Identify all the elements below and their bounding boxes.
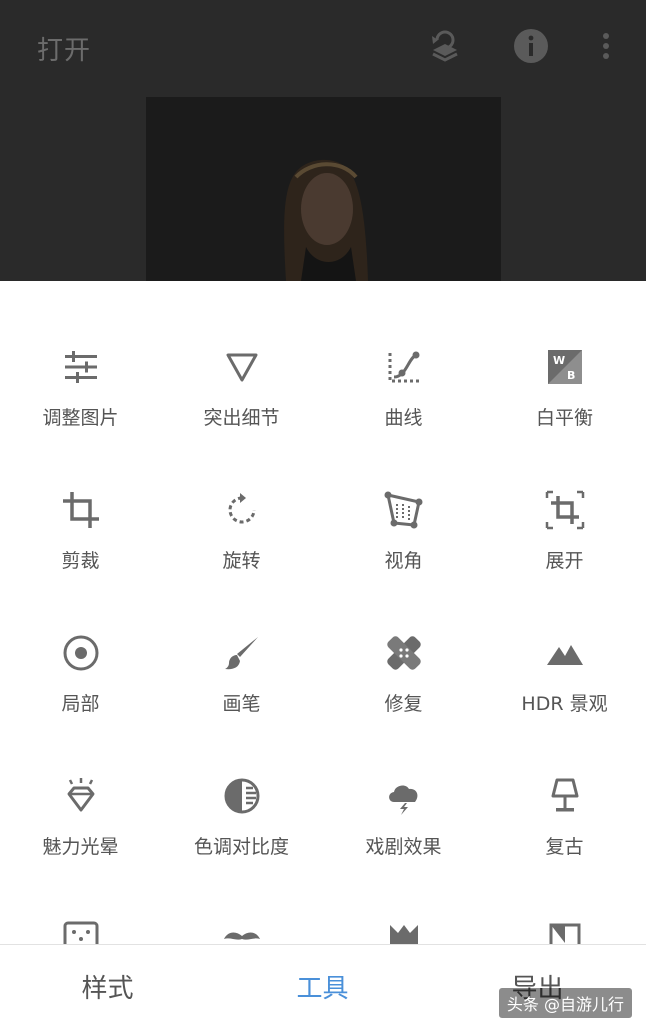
tonal-contrast-icon: [222, 776, 262, 816]
tool-label: 剪裁: [61, 550, 100, 572]
tool-label: HDR 景观: [521, 693, 608, 715]
tool-crop[interactable]: 剪裁: [0, 490, 161, 600]
photo-preview: [146, 97, 501, 281]
svg-text:W: W: [553, 354, 565, 367]
tool-label: 色调对比度: [193, 836, 289, 858]
brush-icon: [222, 633, 262, 673]
tool-label: 调整图片: [42, 407, 119, 429]
hdr-landscape-icon: [545, 633, 585, 673]
crop-icon: [61, 490, 101, 530]
svg-text:B: B: [567, 369, 575, 382]
mustache-icon: [222, 919, 262, 944]
tool-healing[interactable]: 修复: [323, 633, 484, 743]
app-bar: 打开: [0, 0, 646, 96]
tools-sheet: 调整图片 突出细节 曲线 W B 白平衡 剪裁 旋转 视角 展开 局部 画笔 修…: [0, 281, 646, 944]
healing-icon: [384, 633, 424, 673]
tool-selective[interactable]: 局部: [0, 633, 161, 743]
more-vert-icon[interactable]: [586, 26, 626, 66]
tool-grunge[interactable]: [323, 919, 484, 944]
watermark: 头条 @自游儿行: [498, 988, 632, 1018]
tab-tools[interactable]: 工具: [215, 945, 430, 1024]
tool-brush[interactable]: 画笔: [161, 633, 322, 743]
tool-label: 展开: [545, 550, 584, 572]
tool-label: 曲线: [384, 407, 423, 429]
vintage-lamp-icon: [545, 776, 585, 816]
tool-label: 视角: [384, 550, 423, 572]
tool-black-white[interactable]: [484, 919, 645, 944]
tool-details[interactable]: 突出细节: [161, 347, 322, 457]
info-icon[interactable]: [511, 26, 551, 66]
tool-expand[interactable]: 展开: [484, 490, 645, 600]
grainy-film-icon: [61, 919, 101, 944]
tool-glamour-glow[interactable]: 魅力光晕: [0, 776, 161, 886]
perspective-icon: [384, 490, 424, 530]
curves-icon: [384, 347, 424, 387]
tool-label: 修复: [384, 693, 423, 715]
frame-icon: [545, 919, 585, 944]
tool-label: 局部: [61, 693, 100, 715]
tool-perspective[interactable]: 视角: [323, 490, 484, 600]
rotate-icon: [222, 490, 262, 530]
tool-hdr-landscape[interactable]: HDR 景观: [484, 633, 645, 743]
tool-tune-image[interactable]: 调整图片: [0, 347, 161, 457]
tool-vintage[interactable]: 复古: [484, 776, 645, 886]
triangle-details-icon: [222, 347, 262, 387]
tune-sliders-icon: [61, 347, 101, 387]
tool-rotate[interactable]: 旋转: [161, 490, 322, 600]
open-title[interactable]: 打开: [37, 30, 91, 67]
tool-label: 旋转: [222, 550, 261, 572]
tool-label: 白平衡: [535, 407, 593, 429]
expand-icon: [545, 490, 585, 530]
tab-styles[interactable]: 样式: [0, 945, 215, 1024]
tool-white-balance[interactable]: W B 白平衡: [484, 347, 645, 457]
tool-label: 画笔: [222, 693, 261, 715]
stack-revert-icon[interactable]: [425, 26, 465, 66]
white-balance-icon: W B: [545, 347, 585, 387]
tool-tonal-contrast[interactable]: 色调对比度: [161, 776, 322, 886]
tool-retrolux[interactable]: [161, 919, 322, 944]
tool-curves[interactable]: 曲线: [323, 347, 484, 457]
tool-drama[interactable]: 戏剧效果: [323, 776, 484, 886]
selective-icon: [61, 633, 101, 673]
tool-label: 复古: [545, 836, 584, 858]
dimmed-background: 打开: [0, 0, 646, 281]
tool-label: 魅力光晕: [42, 836, 119, 858]
tool-grainy-film[interactable]: [0, 919, 161, 944]
glamour-glow-icon: [61, 776, 101, 816]
tool-label: 突出细节: [203, 407, 280, 429]
drama-icon: [384, 776, 424, 816]
grunge-icon: [384, 919, 424, 944]
tool-label: 戏剧效果: [365, 836, 442, 858]
